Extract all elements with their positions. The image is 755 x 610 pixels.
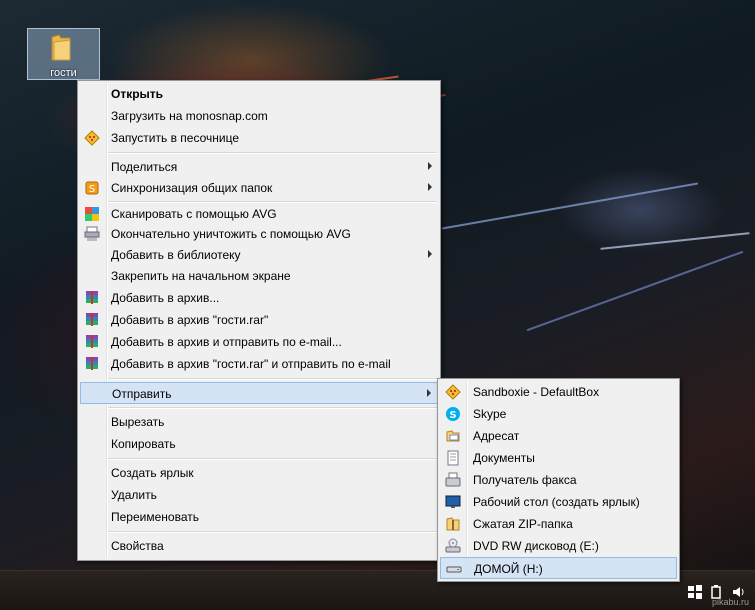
send-to-fax-recipient[interactable]: Получатель факса [440,469,677,491]
menu-item-send-to[interactable]: Отправить [80,382,438,404]
menu-separator [108,407,437,409]
menu-item-rar-and-email[interactable]: Добавить в архив "гости.rar" и отправить… [80,353,438,375]
menu-item-upload-monosnap[interactable]: Загрузить на monosnap.com [80,105,438,127]
menu-item-label: Копировать [111,437,176,451]
desktop-icon [445,495,461,508]
menu-separator [108,458,437,460]
menu-item-label: Skype [473,407,507,421]
dvd-drive-icon [445,538,461,553]
zip-folder-icon [446,517,460,531]
menu-item-label: Вырезать [111,415,165,429]
skype-icon: S [446,407,460,421]
menu-item-label: Создать ярлык [111,466,194,480]
winrar-icon [86,313,98,326]
submenu-arrow-icon [428,162,432,170]
menu-item-add-to-rar[interactable]: Добавить в архив "гости.rar" [80,309,438,331]
fax-icon [445,472,461,487]
menu-item-run-sandboxed[interactable]: Запустить в песочнице [80,127,438,149]
menu-item-label: ДОМОЙ (H:) [474,562,543,576]
menu-item-add-to-archive[interactable]: Добавить в архив... [80,287,438,309]
svg-text:S: S [89,184,95,195]
menu-item-avg-shred[interactable]: Окончательно уничтожить с помощью AVG [80,223,438,245]
winrar-icon [86,335,98,348]
menu-item-open[interactable]: Открыть [80,83,438,105]
menu-item-pin-to-start[interactable]: Закрепить на начальном экране [80,265,438,287]
menu-item-label: DVD RW дисковод (E:) [473,539,599,553]
shredder-icon [84,226,100,241]
menu-item-label: Получатель факса [473,473,577,487]
submenu-arrow-icon [428,183,432,191]
drive-icon [446,566,462,573]
watermark: pikabu.ru [711,597,749,607]
svg-text:S: S [449,410,456,421]
send-to-submenu: Sandboxie - DefaultBox S Skype Адресат Д… [437,378,680,582]
menu-item-cut[interactable]: Вырезать [80,411,438,433]
menu-item-copy[interactable]: Копировать [80,433,438,455]
menu-item-label: Добавить в архив "гости.rar" [111,313,269,327]
sync-icon: S [85,181,99,195]
sandboxie-icon [84,130,100,146]
context-menu: Открыть Загрузить на monosnap.com Запуст… [77,80,441,561]
desktop-folder-item[interactable]: гости [27,28,100,80]
send-to-documents[interactable]: Документы [440,447,677,469]
send-to-mail-recipient[interactable]: Адресат [440,425,677,447]
menu-item-label: Добавить в архив "гости.rar" и отправить… [111,357,391,371]
winrar-icon [86,291,98,304]
send-to-home-drive[interactable]: ДОМОЙ (H:) [440,557,677,579]
menu-item-label: Документы [473,451,535,465]
background-streak [441,182,699,230]
menu-item-label: Свойства [111,539,164,553]
menu-item-label: Переименовать [111,510,199,524]
background-streak [526,250,744,332]
menu-item-avg-scan[interactable]: Сканировать с помощью AVG [80,203,438,225]
send-to-desktop-shortcut[interactable]: Рабочий стол (создать ярлык) [440,491,677,513]
windows-flag-icon[interactable] [687,584,703,600]
mail-recipient-icon [446,430,460,442]
menu-item-label: Добавить в архив... [111,291,220,305]
winrar-icon [86,357,98,370]
menu-item-label: Загрузить на monosnap.com [111,109,268,123]
menu-item-label: Окончательно уничтожить с помощью AVG [111,227,351,241]
send-to-skype[interactable]: S Skype [440,403,677,425]
background-streak [600,232,750,250]
menu-item-label: Сканировать с помощью AVG [111,207,277,221]
menu-item-label: Добавить в архив и отправить по e-mail..… [111,335,342,349]
menu-item-label: Рабочий стол (создать ярлык) [473,495,640,509]
avg-icon [85,207,99,221]
menu-separator [108,531,437,533]
menu-separator [108,152,437,154]
submenu-arrow-icon [428,250,432,258]
menu-item-create-shortcut[interactable]: Создать ярлык [80,462,438,484]
menu-item-label: Поделиться [111,160,178,174]
menu-item-label: Sandboxie - DefaultBox [473,385,600,399]
menu-item-share[interactable]: Поделиться [80,156,438,178]
menu-separator [108,378,437,380]
send-to-sandboxie[interactable]: Sandboxie - DefaultBox [440,381,677,403]
menu-item-rename[interactable]: Переименовать [80,506,438,528]
menu-item-label: Добавить в библиотеку [111,248,241,262]
menu-item-label: Удалить [111,488,157,502]
sandboxie-icon [445,384,461,400]
menu-item-label: Запустить в песочнице [111,131,239,145]
documents-icon [447,450,459,466]
menu-item-properties[interactable]: Свойства [80,535,438,557]
menu-item-label: Сжатая ZIP-папка [473,517,573,531]
menu-item-label: Адресат [473,429,520,443]
menu-item-add-to-library[interactable]: Добавить в библиотеку [80,244,438,266]
menu-item-archive-and-email[interactable]: Добавить в архив и отправить по e-mail..… [80,331,438,353]
menu-item-label: Синхронизация общих папок [111,181,273,195]
menu-item-label: Открыть [111,87,164,101]
desktop-folder-label: гости [50,67,77,79]
send-to-dvd-drive[interactable]: DVD RW дисковод (E:) [440,535,677,557]
menu-item-sync-shared-folders[interactable]: S Синхронизация общих папок [80,177,438,199]
menu-item-delete[interactable]: Удалить [80,484,438,506]
folder-icon [51,34,71,61]
menu-item-label: Отправить [112,387,172,401]
submenu-arrow-icon [427,389,431,397]
send-to-zip-folder[interactable]: Сжатая ZIP-папка [440,513,677,535]
menu-item-label: Закрепить на начальном экране [111,269,291,283]
